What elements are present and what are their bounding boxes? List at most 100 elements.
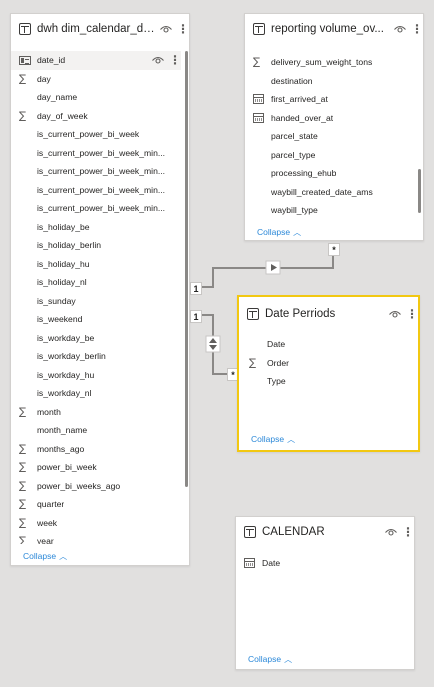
- field-label: day_of_week: [37, 110, 88, 121]
- table-card-reporting-volume[interactable]: reporting volume_ov... ⋮ ∑ delivery_sum_w…: [244, 13, 424, 241]
- field-list: ∑ delivery_sum_weight_tons destination firs…: [245, 53, 415, 221]
- field-row[interactable]: is_workday_hu: [11, 366, 181, 385]
- field-row[interactable]: is_weekend: [11, 310, 181, 329]
- table-card-calendar[interactable]: CALENDAR ⋮ Date Collapse ︿: [235, 516, 415, 670]
- field-row[interactable]: date_id ⋮: [11, 51, 181, 70]
- field-row[interactable]: Date: [236, 554, 406, 573]
- field-row[interactable]: is_holiday_berlin: [11, 236, 181, 255]
- field-label: Date: [267, 339, 286, 350]
- field-row[interactable]: ∑ Order: [241, 354, 414, 373]
- field-row[interactable]: Date: [241, 335, 414, 354]
- field-label: is_current_power_bi_week_min...: [37, 184, 166, 195]
- field-row[interactable]: month_name: [11, 421, 181, 440]
- field-label: power_bi_weeks_ago: [37, 480, 121, 491]
- table-card-dim-calendar[interactable]: dwh dim_calendar_da... ⋮ date_id ⋮ ∑ day day…: [10, 13, 190, 566]
- field-row[interactable]: ∑ day_of_week: [11, 107, 181, 126]
- more-options-icon[interactable]: ⋮: [406, 308, 418, 320]
- calendar-icon: [244, 558, 262, 569]
- scrollbar[interactable]: [185, 51, 188, 487]
- field-label: day: [37, 73, 51, 84]
- field-row[interactable]: is_workday_berlin: [11, 347, 181, 366]
- field-row[interactable]: is_holiday_hu: [11, 255, 181, 274]
- field-label: is_current_power_bi_week_min...: [37, 166, 166, 177]
- field-row[interactable]: ∑ quarter: [11, 495, 181, 514]
- field-label: is_holiday_hu: [37, 258, 90, 269]
- table-card-header[interactable]: CALENDAR ⋮: [236, 517, 414, 547]
- eye-icon[interactable]: [394, 25, 406, 34]
- collapse-link[interactable]: Collapse ︿: [236, 652, 292, 666]
- field-row[interactable]: processing_ehub: [245, 164, 415, 183]
- field-row[interactable]: ∑ month: [11, 403, 181, 422]
- field-label: is_current_power_bi_week: [37, 129, 140, 140]
- field-label: is_holiday_nl: [37, 277, 87, 288]
- field-row[interactable]: is_workday_be: [11, 329, 181, 348]
- field-row[interactable]: ∑ week: [11, 514, 181, 533]
- field-label: Type: [267, 376, 286, 387]
- more-options-icon[interactable]: ⋮: [411, 23, 423, 35]
- field-list: Date: [236, 554, 406, 574]
- field-row[interactable]: ∑ year: [11, 532, 181, 544]
- collapse-link[interactable]: Collapse ︿: [239, 432, 295, 446]
- calendar-icon: [253, 94, 271, 105]
- field-label: Date: [262, 558, 281, 569]
- relationship-line-calendar-to-volume[interactable]: [190, 248, 334, 288]
- field-row[interactable]: is_current_power_bi_week: [11, 125, 181, 144]
- eye-icon[interactable]: [152, 56, 164, 65]
- field-row[interactable]: ∑ power_bi_weeks_ago: [11, 477, 181, 496]
- cardinality-one-marker: 1: [190, 310, 202, 323]
- sigma-icon: ∑: [19, 516, 27, 529]
- field-row[interactable]: is_current_power_bi_week_min...: [11, 144, 181, 163]
- table-card-header[interactable]: reporting volume_ov... ⋮: [245, 14, 423, 44]
- field-row[interactable]: handed_over_at: [245, 109, 415, 128]
- single-direction-arrow-icon: [265, 260, 281, 275]
- more-options-icon[interactable]: ⋮: [177, 23, 189, 35]
- field-label: destination: [271, 75, 313, 86]
- table-title: dwh dim_calendar_da...: [37, 23, 156, 35]
- collapse-link[interactable]: Collapse ︿: [245, 225, 301, 239]
- field-row[interactable]: ∑ day: [11, 70, 181, 89]
- field-row[interactable]: is_current_power_bi_week_min...: [11, 181, 181, 200]
- more-options-icon[interactable]: ⋮: [402, 526, 414, 538]
- field-row[interactable]: waybill_type: [245, 201, 415, 220]
- field-row[interactable]: is_workday_nl: [11, 384, 181, 403]
- field-row[interactable]: parcel_state: [245, 127, 415, 146]
- field-row[interactable]: destination: [245, 72, 415, 91]
- field-label: month: [37, 406, 61, 417]
- field-row[interactable]: first_arrived_at: [245, 90, 415, 109]
- field-row[interactable]: is_current_power_bi_week_min...: [11, 199, 181, 218]
- table-card-date-perriods[interactable]: Date Perriods ⋮ Date ∑ Order Type Collapse ︿: [237, 295, 420, 452]
- field-row[interactable]: parcel_type: [245, 146, 415, 165]
- field-row[interactable]: is_holiday_nl: [11, 273, 181, 292]
- field-list: Date ∑ Order Type: [241, 335, 414, 395]
- field-label: year: [37, 536, 54, 544]
- field-row[interactable]: is_current_power_bi_week_min...: [11, 162, 181, 181]
- field-row[interactable]: ∑ power_bi_week: [11, 458, 181, 477]
- field-label: is_workday_berlin: [37, 351, 106, 362]
- field-label: waybill_created_date_ams: [271, 186, 373, 197]
- field-row[interactable]: is_sunday: [11, 292, 181, 311]
- field-label: waybill_type: [271, 205, 318, 216]
- field-row[interactable]: ∑ months_ago: [11, 440, 181, 459]
- field-label: is_holiday_berlin: [37, 240, 102, 251]
- field-label: week: [37, 517, 58, 528]
- eye-icon[interactable]: [385, 528, 397, 537]
- sigma-icon: ∑: [253, 56, 261, 69]
- more-options-icon[interactable]: ⋮: [169, 54, 181, 66]
- eye-icon[interactable]: [160, 25, 172, 34]
- field-row[interactable]: Type: [241, 372, 414, 391]
- field-label: Order: [267, 357, 289, 368]
- field-row[interactable]: waybill_created_date_ams: [245, 183, 415, 202]
- eye-icon[interactable]: [389, 310, 401, 319]
- collapse-link[interactable]: Collapse ︿: [11, 549, 67, 563]
- sigma-icon: ∑: [19, 405, 27, 418]
- sigma-icon: ∑: [249, 356, 257, 369]
- field-row[interactable]: is_holiday_be: [11, 218, 181, 237]
- table-card-header[interactable]: dwh dim_calendar_da... ⋮: [11, 14, 189, 44]
- field-row[interactable]: day_name: [11, 88, 181, 107]
- field-label: delivery_sum_weight_tons: [271, 57, 373, 68]
- field-label: processing_ehub: [271, 168, 337, 179]
- scrollbar[interactable]: [418, 169, 421, 213]
- field-row[interactable]: ∑ delivery_sum_weight_tons: [245, 53, 415, 72]
- table-card-header[interactable]: Date Perriods ⋮: [239, 299, 418, 329]
- field-label: is_holiday_be: [37, 221, 90, 232]
